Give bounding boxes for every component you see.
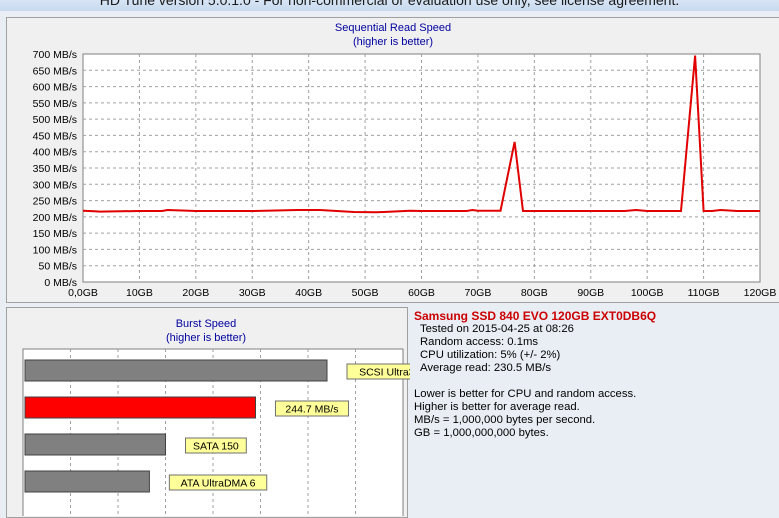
- burst-bar-label: ATA UltraDMA 6: [181, 478, 256, 490]
- read-x-tick-label: 90GB: [577, 287, 604, 299]
- random-access: Random access: 0.1ms: [420, 336, 539, 348]
- read-x-tick-label: 120GB: [744, 287, 777, 299]
- cpu-utilization: CPU utilization: 5% (+/- 2%): [420, 349, 561, 361]
- burst-chart-subtitle: (higher is better): [166, 332, 246, 344]
- burst-bar-label: SCSI Ultra320: [359, 367, 410, 379]
- burst-bar: [24, 470, 150, 493]
- note-lower-better: Lower is better for CPU and random acces…: [414, 388, 637, 400]
- average-read: Average read: 230.5 MB/s: [420, 362, 552, 374]
- note-mbs-def: MB/s = 1,000,000 bytes per second.: [414, 414, 596, 426]
- burst-bar: [24, 433, 166, 456]
- read-x-tick-label: 100GB: [631, 287, 664, 299]
- tested-date: Tested on 2015-04-25 at 08:26: [420, 323, 574, 335]
- burst-bar: [24, 359, 328, 382]
- results-info: Samsung SSD 840 EVO 120GB EXT0DB6Q Teste…: [414, 310, 776, 440]
- drive-name: Samsung SSD 840 EVO 120GB EXT0DB6Q: [414, 309, 657, 323]
- burst-chart-title: Burst Speed: [176, 318, 237, 330]
- read-x-tick-label: 70GB: [464, 287, 491, 299]
- read-x-tick-label: 80GB: [521, 287, 548, 299]
- note-higher-better: Higher is better for average read.: [414, 401, 580, 413]
- burst-speed-chart: Burst Speed (higher is better) SCSI Ultr…: [22, 318, 410, 516]
- burst-bar: [24, 396, 256, 419]
- note-gb-def: GB = 1,000,000,000 bytes.: [414, 427, 549, 439]
- burst-bar-label: 244.7 MB/s: [285, 404, 338, 416]
- read-x-tick-label: 110GB: [688, 287, 720, 299]
- read-x-tick-label: 60GB: [408, 287, 435, 299]
- burst-bar-label: SATA 150: [193, 441, 239, 453]
